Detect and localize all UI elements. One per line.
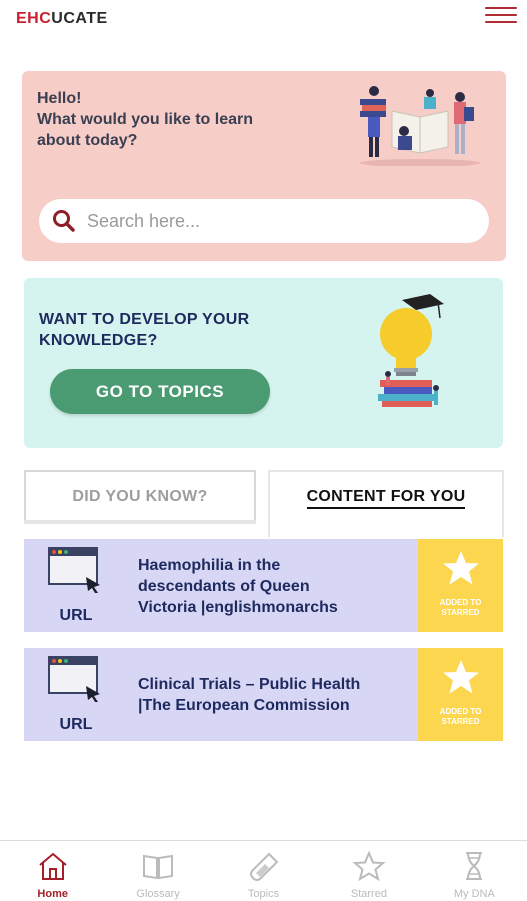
nav-starred-label: Starred [350,888,387,900]
develop-line-2: KNOWLEDGE? [39,332,158,349]
tab-content-for-you[interactable]: CONTENT FOR YOU [268,470,504,537]
star-icon [443,660,479,694]
search-icon[interactable] [51,208,77,234]
starred-label-line-1: ADDED TO [439,598,482,607]
nav-starred[interactable]: Starred [316,841,421,901]
home-icon [39,852,67,880]
book-icon [143,854,174,880]
develop-line-1: WANT TO DEVELOP YOUR [39,311,250,328]
browser-window-icon [48,547,100,593]
hello-card: Hello! What would you like to learn abou… [22,71,506,261]
tab-content-for-you-label: CONTENT FOR YOU [306,488,466,509]
develop-text: WANT TO DEVELOP YOUR KNOWLEDGE? [39,309,249,351]
added-to-starred-button[interactable]: ADDED TO STARRED [418,648,503,741]
nav-topics[interactable]: Topics [211,841,316,901]
star-outline-icon [352,851,386,881]
app-logo: EHCUCATE [16,10,108,28]
content-title-line: descendants of Queen [138,578,310,595]
search-input[interactable] [85,209,469,233]
tab-underline-inactive [24,520,256,524]
hamburger-icon[interactable] [485,2,517,28]
nav-home[interactable]: Home [0,841,105,901]
hello-text: Hello! What would you like to learn abou… [37,88,253,151]
lightbulb-graduation-illustration [378,294,444,407]
test-tube-icon [249,852,278,881]
logo-part-red: EHC [16,10,52,27]
tab-did-you-know-label: DID YOU KNOW? [72,488,208,505]
url-type-label: URL [59,607,93,624]
url-type-label: URL [59,716,93,733]
develop-knowledge-card: WANT TO DEVELOP YOUR KNOWLEDGE? GO TO TO… [24,278,503,448]
starred-label-line-1: ADDED TO [439,707,482,716]
starred-label-line-2: STARRED [441,717,480,726]
content-title-line: |The European Commission [138,697,350,714]
prompt-line-2: about today? [37,132,138,149]
star-icon [443,551,479,585]
dna-hourglass-icon [466,852,483,880]
nav-home-label: Home [37,888,68,900]
search-bar[interactable] [39,199,489,243]
content-card[interactable]: URL Clinical Trials – Public Health |The… [24,648,503,741]
content-title-line: Clinical Trials – Public Health [138,676,361,693]
starred-label: ADDED TO STARRED [422,598,499,618]
starred-label-line-2: STARRED [441,608,480,617]
content-card[interactable]: URL Haemophilia in the descendants of Qu… [24,539,503,632]
logo-part-dark: UCATE [51,10,108,27]
browser-window-icon [48,656,100,702]
nav-glossary[interactable]: Glossary [105,841,210,901]
nav-my-dna-label: My DNA [453,888,495,900]
content-title-line: Haemophilia in the [138,557,281,574]
content-title[interactable]: Clinical Trials – Public Health |The Eur… [138,674,408,716]
nav-glossary-label: Glossary [136,888,180,900]
bottom-nav: Home Glossary Topics Starred My DNA [0,840,527,901]
content-title[interactable]: Haemophilia in the descendants of Queen … [138,555,408,618]
starred-label: ADDED TO STARRED [422,707,499,727]
added-to-starred-button[interactable]: ADDED TO STARRED [418,539,503,632]
greeting: Hello! [37,90,82,107]
content-title-line: Victoria |englishmonarchs [138,599,338,616]
nav-my-dna[interactable]: My DNA [422,841,527,901]
go-to-topics-button[interactable]: GO TO TOPICS [50,369,270,414]
students-reading-illustration [360,86,480,166]
prompt-line-1: What would you like to learn [37,111,254,128]
tab-did-you-know[interactable]: DID YOU KNOW? [24,470,256,522]
nav-topics-label: Topics [247,888,280,900]
